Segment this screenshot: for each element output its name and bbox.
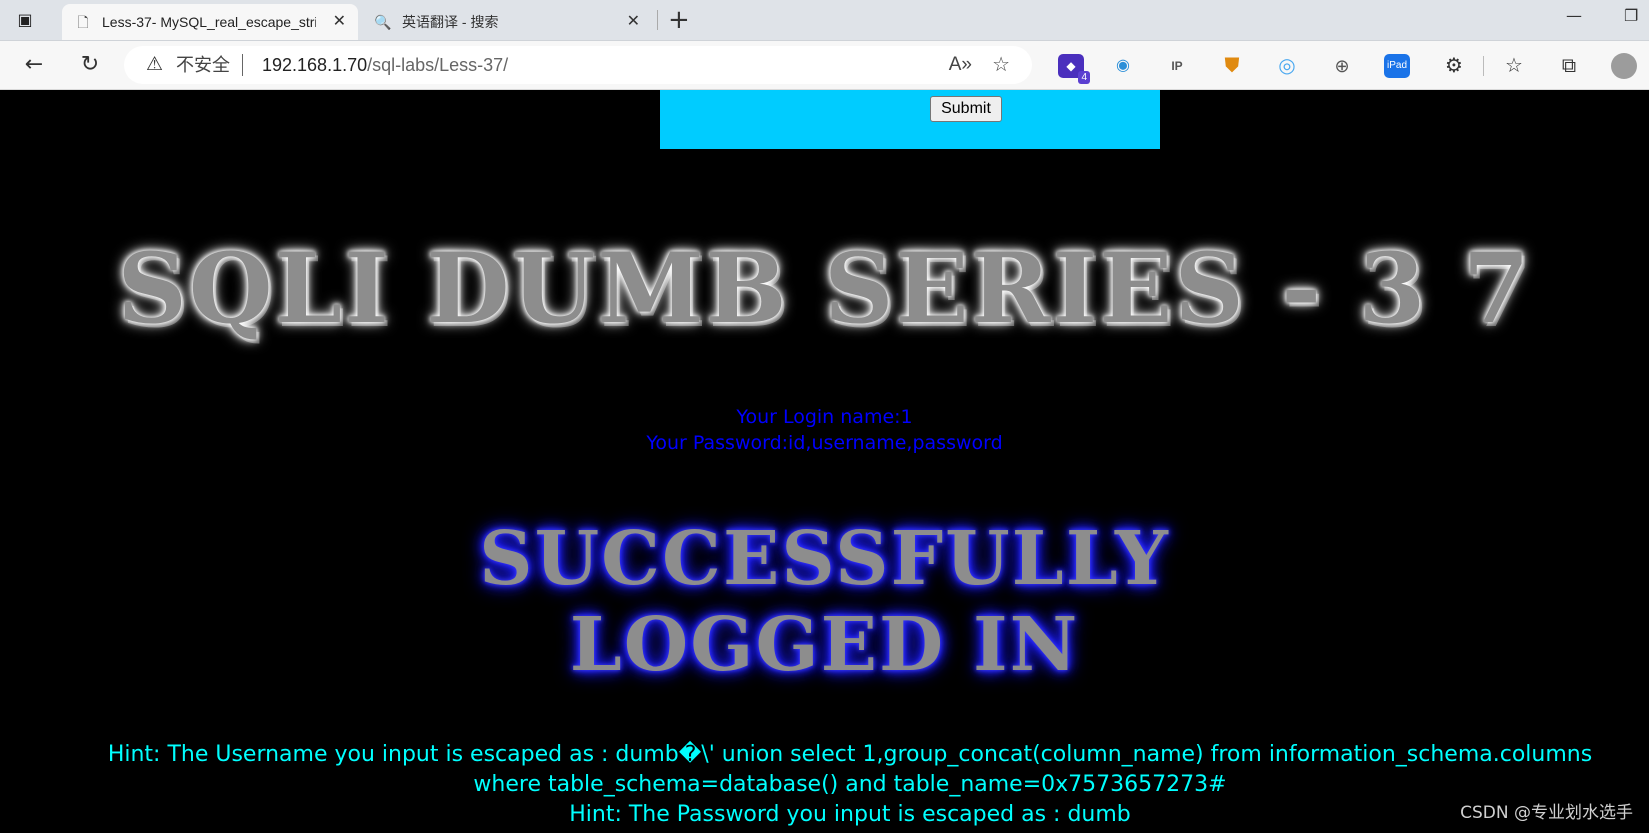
search-icon: 🔍 (374, 14, 392, 30)
toolbar-divider (1483, 56, 1484, 76)
security-label: 不安全 (176, 55, 230, 75)
new-tab-button[interactable]: + (668, 6, 690, 34)
tab-actions-icon[interactable]: ▣ (14, 10, 36, 30)
password-text: Your Password:id,username,password (646, 432, 1003, 454)
url-path: /sql-labs/Less-37/ (367, 55, 509, 75)
hint-username: Hint: The Username you input is escaped … (107, 742, 1593, 797)
profile-avatar[interactable] (1611, 53, 1637, 79)
divider (242, 54, 243, 76)
tab-strip: ▣ 🗋 Less-37- MySQL_real_escape_stri ✕ 🔍 英语… (0, 0, 1649, 41)
close-tab-icon[interactable]: ✕ (333, 4, 346, 40)
watermark: CSDN @专业划水选手 (1460, 803, 1633, 823)
tab-title: Less-37- MySQL_real_escape_stri (102, 14, 316, 30)
restore-icon[interactable]: ❐ (1624, 6, 1638, 25)
ring-extension-icon[interactable]: ◎ (1274, 54, 1300, 78)
tab-inactive[interactable]: 🔍 英语翻译 - 搜索 ✕ (362, 4, 652, 40)
ip-extension-icon[interactable]: IP (1164, 54, 1190, 78)
reload-button[interactable]: ↻ (76, 51, 104, 79)
submit-button[interactable]: Submit (930, 96, 1002, 122)
close-tab-icon[interactable]: ✕ (627, 4, 640, 40)
minimize-icon[interactable]: — (1566, 6, 1582, 25)
hint-password: Hint: The Password you input is escaped … (569, 802, 1131, 827)
extension-badge: 4 (1078, 71, 1090, 84)
extension-a-icon[interactable]: ◆ 4 (1058, 54, 1090, 84)
tab-title: 英语翻译 - 搜索 (402, 14, 499, 30)
url-host: 192.168.1.70 (262, 55, 368, 75)
login-name-text: Your Login name:1 (736, 406, 913, 428)
page-content: Submit SQLI DUMB SERIES - 3 7 Your Login… (0, 90, 1649, 833)
favorites-icon[interactable]: ☆ (1500, 51, 1528, 79)
tab-active[interactable]: 🗋 Less-37- MySQL_real_escape_stri ✕ (62, 4, 358, 40)
tab-divider (657, 10, 658, 30)
login-form-area: Submit (660, 90, 1160, 149)
translate-extension-icon[interactable]: ⊕ (1329, 54, 1355, 78)
ipad-extension-icon[interactable]: iPad (1384, 54, 1410, 78)
warning-icon: ⚠ (146, 54, 164, 75)
success-banner-line2: LOGGED IN (569, 602, 1080, 688)
shield-extension-icon[interactable]: ⛊ (1219, 54, 1245, 78)
eye-extension-icon[interactable]: ◉ (1110, 54, 1136, 78)
success-banner-line1: SUCCESSFULLY (479, 516, 1170, 602)
back-button[interactable]: ← (20, 51, 48, 79)
collections-icon[interactable]: ⧉ (1555, 51, 1583, 79)
read-aloud-icon[interactable]: A» (949, 46, 972, 84)
add-favorite-icon[interactable]: ☆ (992, 46, 1010, 84)
extensions-puzzle-icon[interactable]: ⚙ (1440, 51, 1468, 79)
url-text[interactable]: 192.168.1.70/sql-labs/Less-37/ (262, 46, 508, 84)
page-title-banner: SQLI DUMB SERIES - 3 7 (117, 232, 1532, 345)
browser-toolbar: ← ↻ ⚠ 不安全 192.168.1.70/sql-labs/Less-37/… (0, 41, 1649, 90)
page-icon: 🗋 (77, 14, 89, 30)
address-bar[interactable]: ⚠ 不安全 192.168.1.70/sql-labs/Less-37/ A» … (124, 46, 1032, 84)
